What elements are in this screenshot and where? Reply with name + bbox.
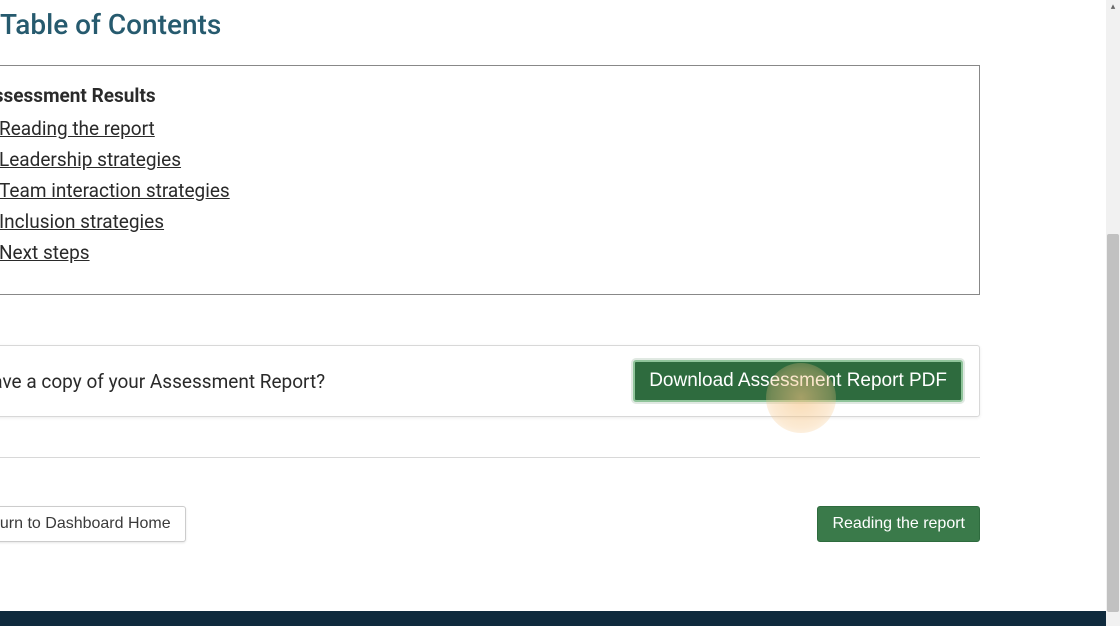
scrollbar-arrow-up-icon[interactable]: ▴ [1106,0,1120,14]
toc-container: Assessment Results Reading the report Le… [0,65,980,295]
toc-heading: Assessment Results [0,84,959,107]
section-divider [0,457,980,458]
page-title: Table of Contents [0,8,1080,41]
reading-report-button[interactable]: Reading the report [817,506,980,542]
scrollbar-thumb[interactable] [1107,234,1119,612]
toc-link-leadership-strategies[interactable]: Leadership strategies [0,148,181,171]
return-dashboard-button[interactable]: Return to Dashboard Home [0,506,186,542]
footer-bar [0,611,1106,626]
download-report-button[interactable]: Download Assessment Report PDF [633,360,963,402]
toc-list: Reading the report Leadership strategies… [0,117,959,264]
save-report-row: Save a copy of your Assessment Report? D… [0,345,980,417]
scrollbar-track[interactable]: ▴ [1106,0,1120,626]
toc-link-reading-report[interactable]: Reading the report [0,117,155,140]
save-prompt-text: Save a copy of your Assessment Report? [0,370,325,393]
toc-link-inclusion-strategies[interactable]: Inclusion strategies [0,210,164,233]
navigation-row: Return to Dashboard Home Reading the rep… [0,506,980,542]
toc-link-team-interaction[interactable]: Team interaction strategies [0,179,230,202]
toc-link-next-steps[interactable]: Next steps [0,241,90,264]
